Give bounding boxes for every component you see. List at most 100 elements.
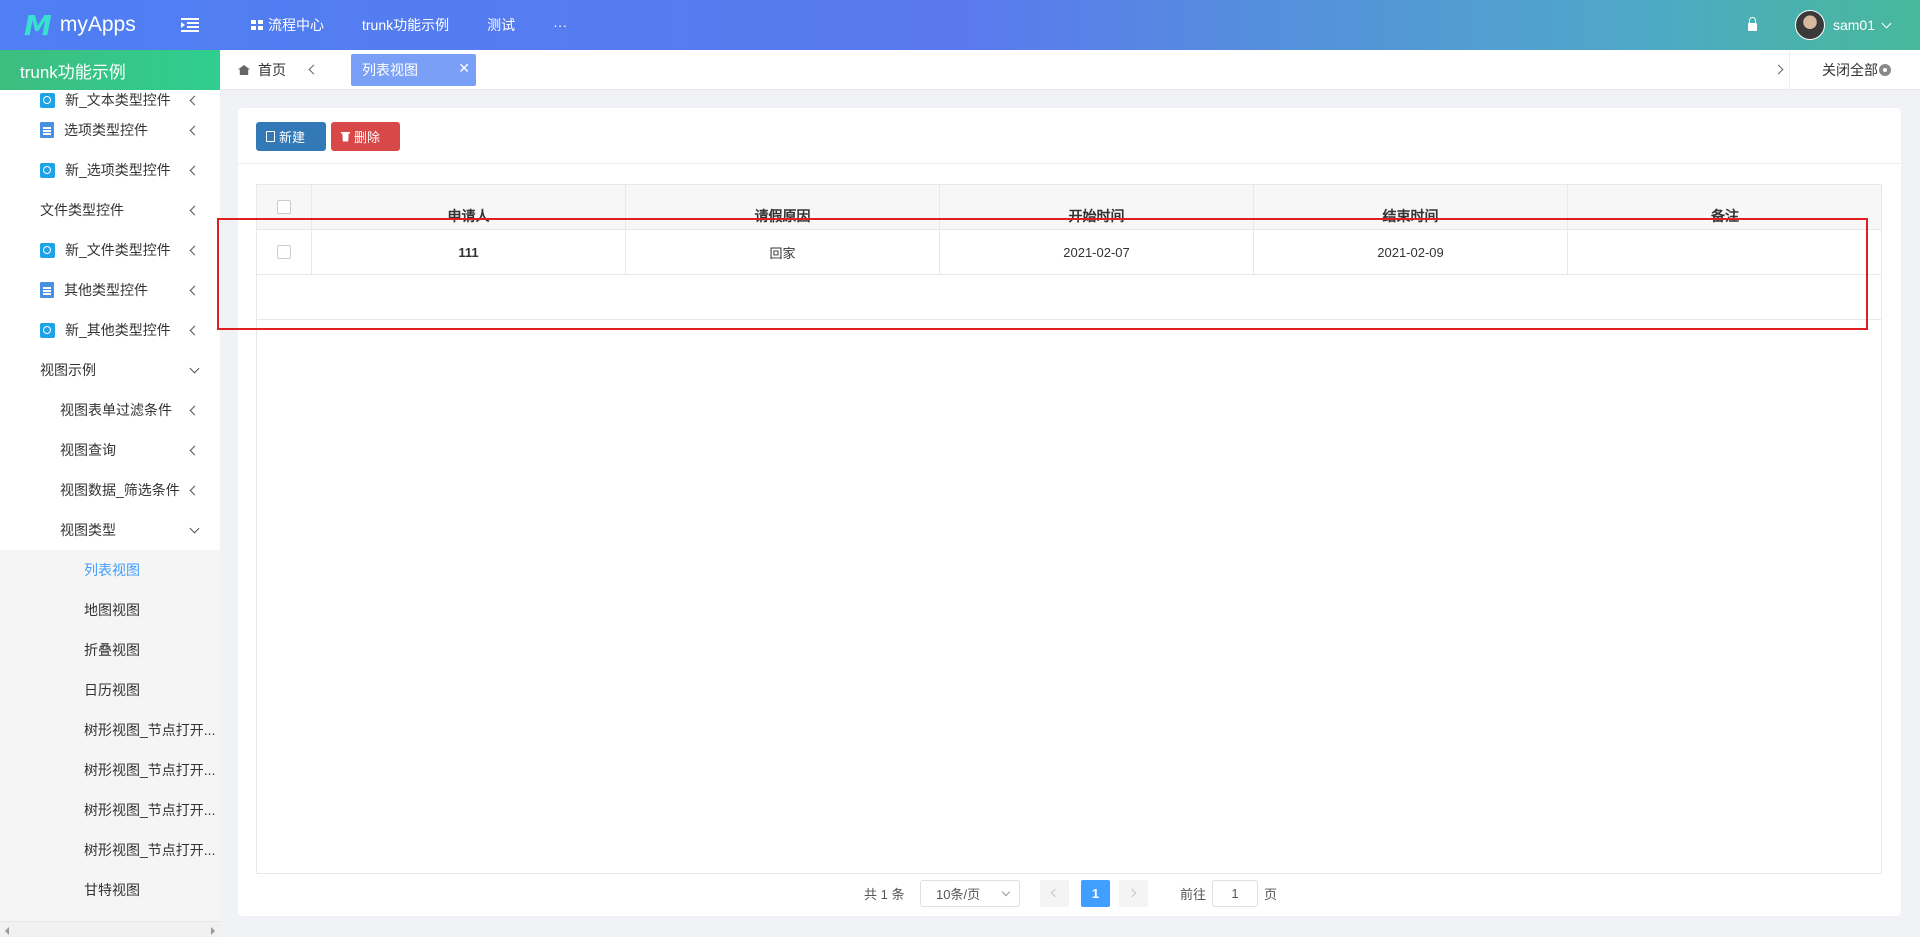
close-all-label: 关闭全部 [1822, 62, 1878, 78]
tab-home-label: 首页 [258, 62, 286, 78]
divider [1789, 50, 1790, 90]
sidebar-item-label: 日历视图 [84, 682, 140, 698]
tabs-scroll-left-icon[interactable] [308, 64, 319, 75]
delete-button-label: 删除 [354, 130, 381, 145]
goto-page: 前往 页 [1180, 878, 1277, 908]
menu-collapse-button[interactable] [170, 0, 210, 50]
close-all-button[interactable]: 关闭全部 [1822, 50, 1878, 90]
chevron-left-icon [189, 125, 200, 135]
next-page-button[interactable] [1119, 880, 1148, 907]
logo-mark: M [24, 8, 52, 42]
sidebar-item-file-controls[interactable]: 文件类型控件 [0, 190, 220, 230]
chevron-left-icon [189, 485, 200, 495]
sidebar-menu: 新_文本类型控件 选项类型控件 新_选项类型控件 文件类型控件 新_文件类型控件… [0, 90, 220, 937]
scroll-right-arrow-icon[interactable] [211, 927, 215, 935]
sidebar-title: trunk功能示例 [0, 50, 220, 90]
sidebar-item-view-data-filter[interactable]: 视图数据_筛选条件 [0, 470, 220, 510]
chevron-down-icon[interactable] [1881, 18, 1892, 28]
sidebar-item-view-types[interactable]: 视图类型 [0, 510, 220, 550]
new-button-label: 新建 [279, 130, 306, 145]
sidebar-item-new-file-controls[interactable]: 新_文件类型控件 [0, 230, 220, 270]
file-icon [266, 131, 275, 142]
chevron-down-icon [1001, 887, 1011, 897]
gear-icon[interactable] [1879, 64, 1891, 76]
new-form-icon [40, 162, 55, 178]
trash-icon [341, 131, 350, 142]
sidebar-item-label: 折叠视图 [84, 642, 140, 658]
nav-item-test[interactable]: 测试 [468, 0, 534, 50]
sidebar-horizontal-scrollbar[interactable] [0, 921, 220, 937]
sidebar-item-label: 列表视图 [84, 562, 140, 578]
goto-suffix: 页 [1264, 886, 1278, 902]
nav-item-trunk-demo[interactable]: trunk功能示例 [343, 0, 468, 50]
tab-list-view[interactable]: 列表视图 ✕ [351, 54, 476, 86]
sidebar-item-new-option-controls[interactable]: 新_选项类型控件 [0, 150, 220, 190]
sidebar-item-label: 树形视图_节点打开... [84, 802, 216, 818]
sidebar-item-label: 树形视图_节点打开... [84, 722, 216, 738]
sidebar-item-label: 视图查询 [60, 442, 116, 458]
document-icon [40, 122, 54, 138]
sidebar-item-tree-view-4[interactable]: 树形视图_节点打开... [0, 830, 220, 870]
sidebar-item-label: 选项类型控件 [64, 122, 148, 138]
sidebar-item-label: 新_选项类型控件 [65, 162, 171, 178]
page-size-value: 10条/页 [936, 887, 981, 902]
new-form-icon [40, 92, 55, 108]
sidebar-item-label: 其他类型控件 [64, 282, 148, 298]
tab-home[interactable]: 首页 [238, 50, 286, 90]
sidebar-item-label: 新_文件类型控件 [65, 242, 171, 258]
tabs-scroll-right-icon[interactable] [1773, 64, 1784, 75]
page-size-select[interactable]: 10条/页 [920, 880, 1020, 907]
new-form-icon [40, 322, 55, 338]
chevron-left-icon [189, 95, 200, 105]
sidebar-item-list-view[interactable]: 列表视图 [0, 550, 220, 590]
user-name[interactable]: sam01 [1833, 17, 1875, 33]
sidebar-item-tree-view-1[interactable]: 树形视图_节点打开... [0, 710, 220, 750]
sidebar-item-fold-view[interactable]: 折叠视图 [0, 630, 220, 670]
sidebar-item-calendar-view[interactable]: 日历视图 [0, 670, 220, 710]
sidebar-item-option-controls[interactable]: 选项类型控件 [0, 110, 220, 150]
sidebar-item-new-other-controls[interactable]: 新_其他类型控件 [0, 310, 220, 350]
nav-item-process-center[interactable]: 流程中心 [232, 0, 343, 50]
sidebar-item-label: 视图示例 [40, 362, 96, 378]
sidebar-item-gantt-view[interactable]: 甘特视图 [0, 870, 220, 910]
select-all-checkbox[interactable] [277, 200, 291, 214]
sidebar-item-other-controls[interactable]: 其他类型控件 [0, 270, 220, 310]
nav-label: 流程中心 [268, 17, 324, 33]
more-icon: ··· [553, 17, 568, 33]
tabs-bar: 首页 列表视图 ✕ 关闭全部 [220, 50, 1920, 90]
nav-label: trunk功能示例 [362, 17, 450, 33]
scroll-left-arrow-icon[interactable] [5, 927, 9, 935]
sidebar-item-label: 视图类型 [60, 522, 116, 538]
nav-label: 测试 [487, 17, 516, 33]
chevron-left-icon [189, 285, 200, 295]
chevron-left-icon [189, 445, 200, 455]
sidebar: trunk功能示例 新_文本类型控件 选项类型控件 新_选项类型控件 文件类型控… [0, 50, 220, 937]
sidebar-item-view-form-filter[interactable]: 视图表单过滤条件 [0, 390, 220, 430]
tab-label: 列表视图 [362, 62, 418, 78]
chevron-down-icon [189, 363, 200, 373]
sidebar-item-label: 视图表单过滤条件 [60, 402, 172, 418]
sidebar-item-view-query[interactable]: 视图查询 [0, 430, 220, 470]
sidebar-item-label: 树形视图_节点打开... [84, 762, 216, 778]
sidebar-item-label: 甘特视图 [84, 882, 140, 898]
delete-button[interactable]: 删除 [331, 122, 400, 151]
sidebar-item-view-examples[interactable]: 视图示例 [0, 350, 220, 390]
app-logo[interactable]: M myApps [0, 9, 170, 42]
sidebar-item-tree-view-2[interactable]: 树形视图_节点打开... [0, 750, 220, 790]
home-icon [238, 65, 250, 75]
sidebar-item-label: 文件类型控件 [40, 202, 124, 218]
nav-more-button[interactable]: ··· [534, 0, 586, 50]
sidebar-item-map-view[interactable]: 地图视图 [0, 590, 220, 630]
sidebar-item-label: 新_文本类型控件 [65, 92, 171, 108]
current-page-button[interactable]: 1 [1081, 880, 1110, 907]
sidebar-item-tree-view-3[interactable]: 树形视图_节点打开... [0, 790, 220, 830]
avatar[interactable] [1794, 10, 1825, 40]
close-icon[interactable]: ✕ [458, 60, 470, 77]
goto-prefix: 前往 [1180, 886, 1207, 902]
grid-icon [251, 20, 263, 30]
new-button[interactable]: 新建 [256, 122, 326, 151]
lock-icon[interactable] [1747, 17, 1757, 31]
goto-page-input[interactable] [1212, 879, 1259, 907]
sidebar-item-label: 树形视图_节点打开... [84, 842, 216, 858]
prev-page-button[interactable] [1040, 880, 1069, 907]
